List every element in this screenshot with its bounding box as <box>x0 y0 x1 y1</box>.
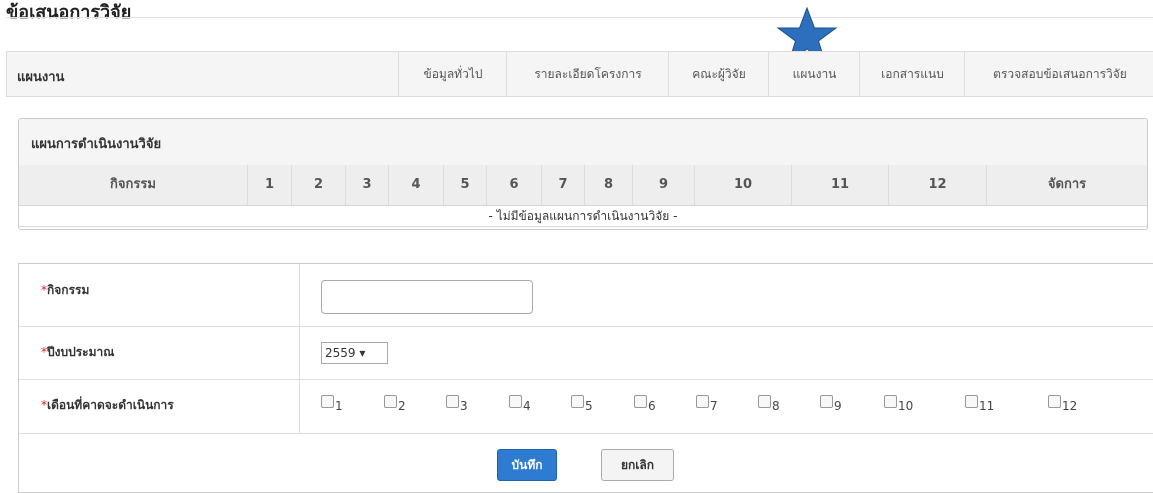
title-divider <box>6 17 1153 18</box>
column-header-month-1: 1 <box>248 165 292 205</box>
tab-general-info[interactable]: ข้อมูลทั่วไป <box>398 52 507 96</box>
month-checkbox-2[interactable]: 2 <box>384 395 406 413</box>
checkbox-box[interactable] <box>384 395 397 408</box>
column-header-month-6: 6 <box>487 165 542 205</box>
column-header-month-10: 10 <box>695 165 792 205</box>
month-checkbox-11[interactable]: 11 <box>965 395 994 413</box>
checkbox-box[interactable] <box>965 395 978 408</box>
page-title: ข้อเสนอการวิจัย <box>6 2 132 23</box>
column-header-month-3: 3 <box>346 165 389 205</box>
section-title: แผนงาน <box>17 70 65 85</box>
checkbox-box[interactable] <box>321 395 334 408</box>
cancel-button[interactable]: ยกเลิก <box>601 449 674 481</box>
tab-work-plan[interactable]: แผนงาน <box>768 52 860 96</box>
activity-label: *กิจกรรม <box>19 264 300 326</box>
month-checkbox-8[interactable]: 8 <box>758 395 780 413</box>
month-checkbox-5[interactable]: 5 <box>571 395 593 413</box>
budget-year-label: *ปีงบประมาณ <box>19 326 300 379</box>
month-checkbox-12[interactable]: 12 <box>1048 395 1077 413</box>
month-checkbox-9[interactable]: 9 <box>820 395 842 413</box>
tab-review-proposal[interactable]: ตรวจสอบข้อเสนอการวิจัย <box>964 52 1153 96</box>
checkbox-box[interactable] <box>509 395 522 408</box>
month-checkbox-10[interactable]: 10 <box>884 395 913 413</box>
section-tabbar: แผนงาน ข้อมูลทั่วไป รายละเอียดโครงการ คณ… <box>6 51 1153 97</box>
checkbox-box[interactable] <box>758 395 771 408</box>
month-checkbox-6[interactable]: 6 <box>634 395 656 413</box>
form-row-budget-year: *ปีงบประมาณ 2559 ▾ <box>19 326 1153 380</box>
research-plan-title: แผนการดำเนินงานวิจัย <box>31 137 162 152</box>
form-row-months: *เดือนที่คาดจะดำเนินการ 1 2 3 4 5 6 7 8 … <box>19 379 1153 434</box>
column-header-month-11: 11 <box>792 165 889 205</box>
budget-year-select[interactable]: 2559 ▾ <box>321 342 388 364</box>
column-header-month-5: 5 <box>444 165 487 205</box>
activity-input[interactable] <box>321 280 533 314</box>
plan-table-header: กิจกรรม 1 2 3 4 5 6 7 8 9 10 11 12 จัดกา… <box>19 165 1147 206</box>
research-plan-header: แผนการดำเนินงานวิจัย <box>19 119 1147 166</box>
checkbox-box[interactable] <box>696 395 709 408</box>
add-activity-form: *กิจกรรม *ปีงบประมาณ 2559 ▾ *เดือนที่คาด… <box>18 263 1153 493</box>
column-header-month-2: 2 <box>292 165 346 205</box>
form-row-activity: *กิจกรรม <box>19 264 1153 327</box>
checkbox-box[interactable] <box>1048 395 1061 408</box>
column-header-month-9: 9 <box>633 165 695 205</box>
tab-project-details[interactable]: รายละเอียดโครงการ <box>506 52 669 96</box>
checkbox-box[interactable] <box>634 395 647 408</box>
month-checkbox-7[interactable]: 7 <box>696 395 718 413</box>
month-checkbox-3[interactable]: 3 <box>446 395 468 413</box>
months-label: *เดือนที่คาดจะดำเนินการ <box>19 379 300 433</box>
tab-research-team[interactable]: คณะผู้วิจัย <box>668 52 769 96</box>
checkbox-box[interactable] <box>820 395 833 408</box>
column-header-month-7: 7 <box>542 165 585 205</box>
tab-attachments[interactable]: เอกสารแนบ <box>859 52 965 96</box>
column-header-month-4: 4 <box>389 165 444 205</box>
column-header-activity: กิจกรรม <box>19 165 248 205</box>
column-header-month-12: 12 <box>889 165 987 205</box>
column-header-actions: จัดการ <box>1047 177 1087 192</box>
empty-table-message: - ไม่มีข้อมูลแผนการดำเนินงานวิจัย - <box>19 206 1147 227</box>
column-header-month-8: 8 <box>585 165 633 205</box>
month-checkbox-4[interactable]: 4 <box>509 395 531 413</box>
save-button[interactable]: บันทึก <box>497 449 557 481</box>
checkbox-box[interactable] <box>446 395 459 408</box>
checkbox-box[interactable] <box>571 395 584 408</box>
month-checkbox-1[interactable]: 1 <box>321 395 343 413</box>
checkbox-box[interactable] <box>884 395 897 408</box>
research-plan-panel: แผนการดำเนินงานวิจัย กิจกรรม 1 2 3 4 5 6… <box>18 118 1148 230</box>
